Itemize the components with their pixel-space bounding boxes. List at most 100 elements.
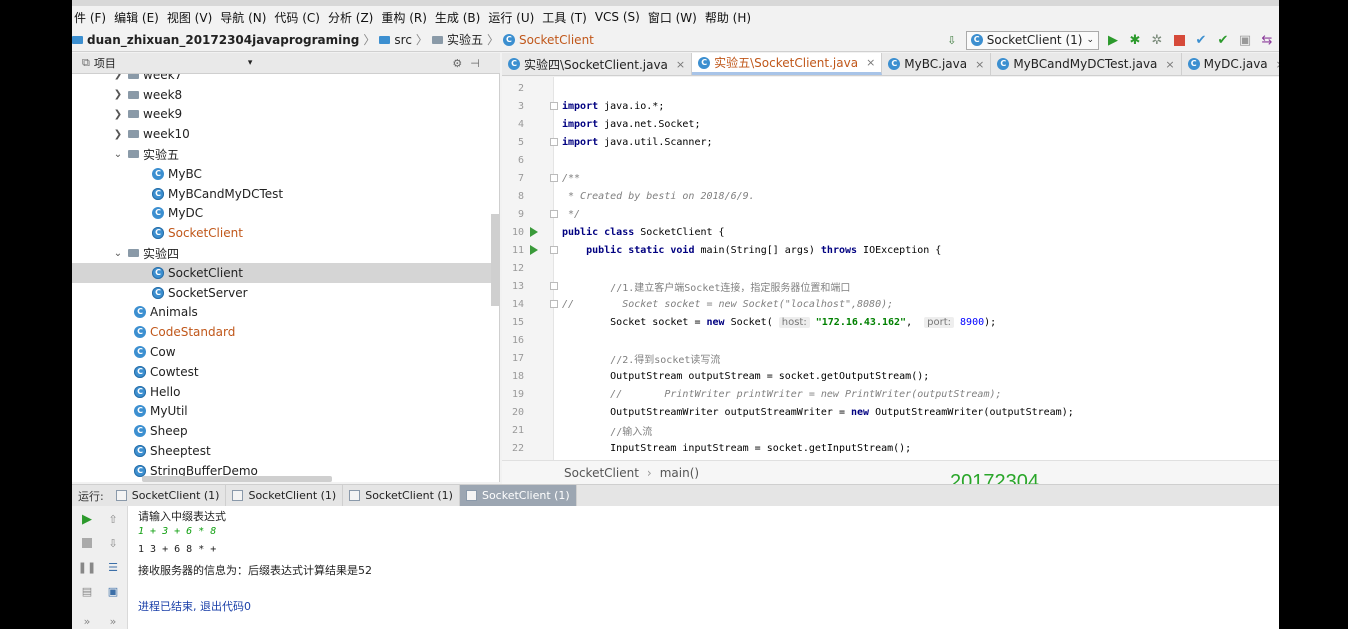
menu-item[interactable]: 工具 (T) — [540, 9, 593, 26]
chevron-down-icon[interactable]: ⌄ — [112, 149, 124, 160]
close-icon[interactable]: × — [676, 58, 685, 71]
chevron-right-icon[interactable]: ❯ — [112, 89, 124, 100]
class-icon: C — [134, 346, 146, 359]
close-icon[interactable]: × — [975, 58, 984, 71]
tree-item[interactable]: C Cow — [72, 342, 499, 362]
tree-item[interactable]: ❯ week7 — [72, 74, 499, 85]
build-icon[interactable]: ⇩ — [944, 32, 960, 48]
fold-icon[interactable] — [550, 282, 558, 290]
tree-item[interactable]: ❯ week10 — [72, 124, 499, 144]
editor-tab[interactable]: C 实验五\SocketClient.java × — [692, 53, 883, 75]
editor-tab[interactable]: CMyDC.java × — [1182, 53, 1279, 75]
menu-item[interactable]: 视图 (V) — [165, 9, 218, 26]
tree-item[interactable]: C SocketClient — [72, 262, 499, 283]
fold-icon[interactable] — [550, 174, 558, 182]
vcs-revert-icon[interactable]: ⇆ — [1259, 32, 1275, 48]
tree-horizontal-scrollbar[interactable] — [142, 476, 332, 482]
menu-item[interactable]: 帮助 (H) — [703, 9, 757, 26]
line-number: 18 — [511, 370, 524, 382]
editor-tab[interactable]: C MyBCandMyDCTest.java × — [991, 53, 1182, 75]
tree-item[interactable]: C MyDC — [72, 204, 499, 224]
menu-item[interactable]: 窗口 (W) — [646, 9, 703, 26]
tree-item[interactable]: ❯ week8 — [72, 85, 499, 105]
menu-item[interactable]: 分析 (Z) — [326, 9, 379, 26]
tree-item[interactable]: ❯ week9 — [72, 105, 499, 125]
run-console[interactable]: ▶ ⇧ ⇩ ❚❚ ☰ ▤ ▣ » » 请输入中缀表达式 1 + 3 + 6 * … — [72, 506, 1279, 629]
hide-panel-icon[interactable]: ⊣ — [470, 57, 480, 70]
breadcrumb-class[interactable]: SocketClient — [564, 466, 639, 480]
vcs-update-icon[interactable]: ✔ — [1193, 32, 1209, 48]
tree-item[interactable]: C SocketServer — [72, 283, 499, 303]
tree-item[interactable]: C CodeStandard — [72, 322, 499, 342]
close-icon[interactable]: × — [1165, 58, 1174, 71]
run-tab[interactable]: SocketClient (1) — [459, 485, 577, 506]
scroll-up-icon[interactable]: ⇧ — [106, 512, 120, 526]
run-tab-label: SocketClient (1) — [365, 489, 453, 502]
tree-item[interactable]: C Sheeptest — [72, 441, 499, 461]
run-gutter-icon[interactable] — [530, 245, 538, 255]
tree-item[interactable]: C MyBC — [72, 164, 499, 184]
tree-item[interactable]: C MyUtil — [72, 402, 499, 422]
menu-item[interactable]: 导航 (N) — [218, 9, 272, 26]
fold-icon[interactable] — [550, 300, 558, 308]
stop-icon[interactable] — [1171, 32, 1187, 48]
tree-item[interactable]: C SocketClient — [72, 223, 499, 243]
tree-item[interactable]: C MyBCandMyDCTest — [72, 184, 499, 204]
crumb-folder[interactable]: 实验五 — [447, 31, 483, 48]
menu-item[interactable]: 编辑 (E) — [112, 9, 165, 26]
run-icon[interactable]: ▶ — [1105, 32, 1121, 48]
code-text: Socket socket = new Socket( host: "172.1… — [562, 316, 997, 328]
debug-icon[interactable]: ✱ — [1127, 32, 1143, 48]
crumb-project[interactable]: duan_zhixuan_20172304javaprograming — [87, 33, 359, 47]
close-icon[interactable]: × — [1276, 58, 1279, 71]
vcs-commit-icon[interactable]: ✔ — [1215, 32, 1231, 48]
menu-item[interactable]: 件 (F) — [72, 9, 112, 26]
tree-item[interactable]: ⌄ 实验五 — [72, 144, 499, 164]
tree-item[interactable]: C Sheep — [72, 421, 499, 441]
soft-wrap-icon[interactable]: ☰ — [106, 560, 120, 574]
fold-icon[interactable] — [550, 246, 558, 254]
stop-icon[interactable] — [80, 536, 94, 550]
chevron-right-icon[interactable]: ❯ — [112, 109, 124, 120]
tree-item[interactable]: ⌄ 实验四 — [72, 243, 499, 263]
chevron-right-icon[interactable]: ❯ — [112, 74, 124, 80]
fold-icon[interactable] — [550, 138, 558, 146]
menu-item[interactable]: 重构 (R) — [379, 9, 433, 26]
code-editor[interactable]: 2 3 import java.io.*; 4 import java.net.Sock… — [502, 77, 1279, 460]
run-configuration-select[interactable]: C SocketClient (1) ⌄ — [965, 30, 1099, 50]
tree-item[interactable]: C Animals — [72, 303, 499, 323]
editor-tab[interactable]: C 实验四\SocketClient.java × — [502, 53, 693, 75]
project-panel-title[interactable]: 项目 — [94, 55, 116, 71]
close-icon[interactable]: × — [866, 56, 875, 69]
run-tab[interactable]: SocketClient (1) — [110, 485, 227, 506]
pause-icon[interactable]: ❚❚ — [78, 560, 96, 574]
rerun-icon[interactable]: ▶ — [80, 512, 94, 527]
menu-item[interactable]: 代码 (C) — [272, 9, 326, 26]
coverage-icon[interactable]: ✲ — [1149, 32, 1165, 48]
editor-tab[interactable]: C MyBC.java × — [882, 53, 992, 75]
chevron-down-icon[interactable]: ⌄ — [112, 248, 124, 259]
dump-threads-icon[interactable]: ▤ — [80, 584, 94, 598]
run-tab[interactable]: SocketClient (1) — [226, 485, 344, 506]
chevron-down-icon[interactable]: ▾ — [248, 58, 253, 68]
vcs-history-icon[interactable]: ▣ — [1237, 32, 1253, 48]
menu-item[interactable]: 运行 (U) — [486, 9, 540, 26]
scroll-down-icon[interactable]: ⇩ — [106, 536, 120, 550]
run-gutter-icon[interactable] — [530, 227, 538, 237]
menu-item[interactable]: VCS (S) — [593, 10, 646, 24]
crumb-file[interactable]: SocketClient — [519, 33, 594, 47]
tree-item[interactable]: C Hello — [72, 382, 499, 402]
more-icon[interactable]: » — [80, 614, 94, 628]
tree-scrollbar[interactable] — [491, 214, 499, 306]
fold-icon[interactable] — [550, 102, 558, 110]
tree-item[interactable]: C Cowtest — [72, 362, 499, 382]
more-icon[interactable]: » — [106, 614, 120, 628]
print-icon[interactable]: ▣ — [106, 584, 120, 598]
crumb-src[interactable]: src — [394, 33, 412, 47]
fold-icon[interactable] — [550, 210, 558, 218]
breadcrumb-method[interactable]: main() — [660, 466, 699, 480]
run-tab[interactable]: SocketClient (1) — [343, 485, 460, 506]
menu-item[interactable]: 生成 (B) — [433, 9, 486, 26]
chevron-right-icon[interactable]: ❯ — [112, 129, 124, 140]
gear-icon[interactable]: ⚙ — [452, 57, 462, 70]
